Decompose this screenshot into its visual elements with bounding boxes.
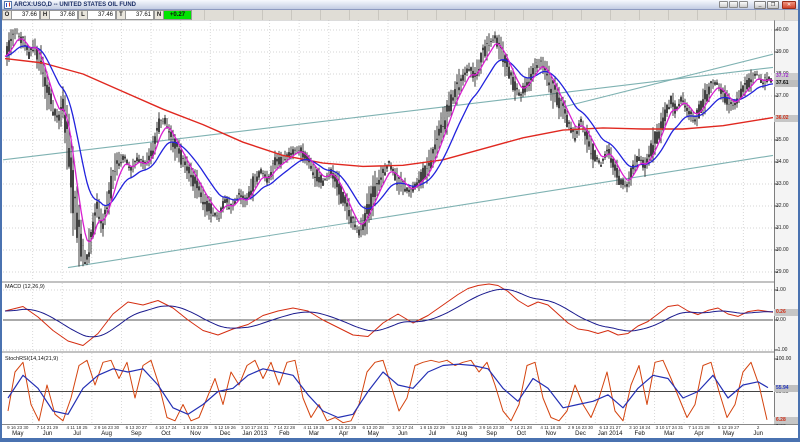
x-axis-month-label: Jan 2014 bbox=[595, 431, 625, 438]
macd-panel[interactable] bbox=[2, 283, 774, 351]
quote-field-value: 37.68 bbox=[49, 10, 78, 20]
x-axis-month-label: Aug bbox=[447, 431, 477, 438]
stochrsi-panel[interactable] bbox=[2, 353, 774, 424]
x-axis-month-label: Jun bbox=[388, 431, 418, 438]
price-chart-panel[interactable] bbox=[2, 20, 774, 281]
quote-field-label: O bbox=[2, 10, 11, 20]
net-change-value: +0.27 bbox=[163, 10, 192, 20]
close-button[interactable]: ✕ bbox=[782, 1, 796, 9]
x-axis-month-cell: 6 13 21 27Jan 2014 bbox=[595, 425, 625, 438]
x-axis-month-cell: 7 14 21 28Apr bbox=[684, 425, 714, 438]
chart-window: 9 16 23 30May7 14 21 29Jun4 11 18 25Jul2… bbox=[0, 0, 800, 442]
x-axis-month-cell: 2Jun bbox=[743, 425, 773, 438]
x-axis-month-label: Dec bbox=[210, 431, 240, 438]
x-axis-month-label: Jun bbox=[33, 431, 63, 438]
minimize-button[interactable]: _ bbox=[754, 1, 766, 9]
x-axis-month-label: Jul bbox=[62, 431, 92, 438]
stochrsi-label: StochRSI(14,14(21,9) bbox=[5, 356, 58, 362]
x-axis-month-cell: 1 8 15 22 29Jul bbox=[418, 425, 448, 438]
quote-field-label: N bbox=[154, 10, 163, 20]
x-axis-month-cell: 4 11 19 25Mar bbox=[299, 425, 329, 438]
x-axis-month-label: Mar bbox=[655, 431, 685, 438]
quote-field-label: L bbox=[78, 10, 87, 20]
x-axis-month-label: Sep bbox=[121, 431, 151, 438]
quote-field-value: 37.66 bbox=[11, 10, 40, 20]
y-axis[interactable] bbox=[774, 20, 798, 425]
toolbar-button-1[interactable] bbox=[719, 1, 728, 8]
x-axis-month-cell: 5 12 19 26Dec bbox=[210, 425, 240, 438]
x-axis-month-label: Jul bbox=[418, 431, 448, 438]
x-axis-month-label: Dec bbox=[566, 431, 596, 438]
x-axis-month-label: Oct bbox=[151, 431, 181, 438]
x-axis-month-cell: 7 14 22 28Feb bbox=[270, 425, 300, 438]
x-axis-month-label: Apr bbox=[329, 431, 359, 438]
x-axis-month-label: Aug bbox=[92, 431, 122, 438]
x-axis-month-cell: 5 12 19 26Aug bbox=[447, 425, 477, 438]
x-axis-month-cell: 3 10 17 24Jun bbox=[388, 425, 418, 438]
x-axis-month-cell: 3 10 17 24 31Mar bbox=[655, 425, 685, 438]
x-axis-month-cell: 3 9 16 23 30Sep bbox=[477, 425, 507, 438]
toolbar-button-2[interactable] bbox=[729, 1, 738, 8]
quote-field-value: 37.61 bbox=[125, 10, 154, 20]
x-axis-month-cell: 4 11 18 25Jul bbox=[62, 425, 92, 438]
x-axis-month-cell: 4 11 18 25Nov bbox=[536, 425, 566, 438]
x-axis-month-label: Oct bbox=[506, 431, 536, 438]
x-axis-month-label: May bbox=[3, 431, 33, 438]
x-axis-month-cell: 4 10 17 24Oct bbox=[151, 425, 181, 438]
quote-field-label: H bbox=[40, 10, 49, 20]
x-axis-month-cell: 7 14 21 29Jun bbox=[33, 425, 63, 438]
x-axis-month-label: Feb bbox=[270, 431, 300, 438]
quote-field-label: T bbox=[116, 10, 125, 20]
x-axis-month-label: Apr bbox=[684, 431, 714, 438]
quote-field-value: 37.46 bbox=[87, 10, 116, 20]
x-axis-month-label: Nov bbox=[536, 431, 566, 438]
x-axis-month-cell: 3 10 17 24 31Jan 2013 bbox=[240, 425, 270, 438]
x-axis-month-cell: 2 9 16 23 30Aug bbox=[92, 425, 122, 438]
x-axis-month-cell: 9 16 23 30May bbox=[3, 425, 33, 438]
x-axis-month-cell: 1 8 15 22 29Apr bbox=[329, 425, 359, 438]
x-axis-month-cell: 1 8 15 22 29Nov bbox=[181, 425, 211, 438]
x-axis-month-label: May bbox=[358, 431, 388, 438]
macd-label: MACD (12,26,9) bbox=[5, 284, 45, 290]
x-axis-month-cell: 2 9 16 23 30Dec bbox=[566, 425, 596, 438]
x-axis-month-cell: 3 10 18 24Feb bbox=[625, 425, 655, 438]
window-title: ARCX:USO,D -- UNITED STATES OIL FUND bbox=[14, 2, 136, 8]
x-axis-month-label: Nov bbox=[181, 431, 211, 438]
x-axis-month-cell: 6 13 20 28May bbox=[358, 425, 388, 438]
x-axis-month-label: Mar bbox=[299, 431, 329, 438]
x-axis: 9 16 23 30May7 14 21 29Jun4 11 18 25Jul2… bbox=[2, 425, 774, 438]
x-axis-month-label: Jun bbox=[743, 431, 773, 438]
quote-bar: O37.66H37.68L37.46T37.61N+0.27 bbox=[2, 10, 798, 20]
x-axis-month-label: Feb bbox=[625, 431, 655, 438]
x-axis-month-label: Jan 2013 bbox=[240, 431, 270, 438]
x-axis-month-label: May bbox=[714, 431, 744, 438]
x-axis-month-cell: 7 14 21 28Oct bbox=[506, 425, 536, 438]
toolbar-button-3[interactable] bbox=[739, 1, 748, 8]
x-axis-month-cell: 6 13 20 27Sep bbox=[121, 425, 151, 438]
x-axis-month-cell: 5 12 19 27May bbox=[714, 425, 744, 438]
x-axis-month-label: Sep bbox=[477, 431, 507, 438]
restore-button[interactable]: ❐ bbox=[767, 1, 779, 9]
title-bar[interactable]: ARCX:USO,D -- UNITED STATES OIL FUND _ ❐… bbox=[2, 0, 798, 10]
app-icon bbox=[4, 1, 12, 9]
